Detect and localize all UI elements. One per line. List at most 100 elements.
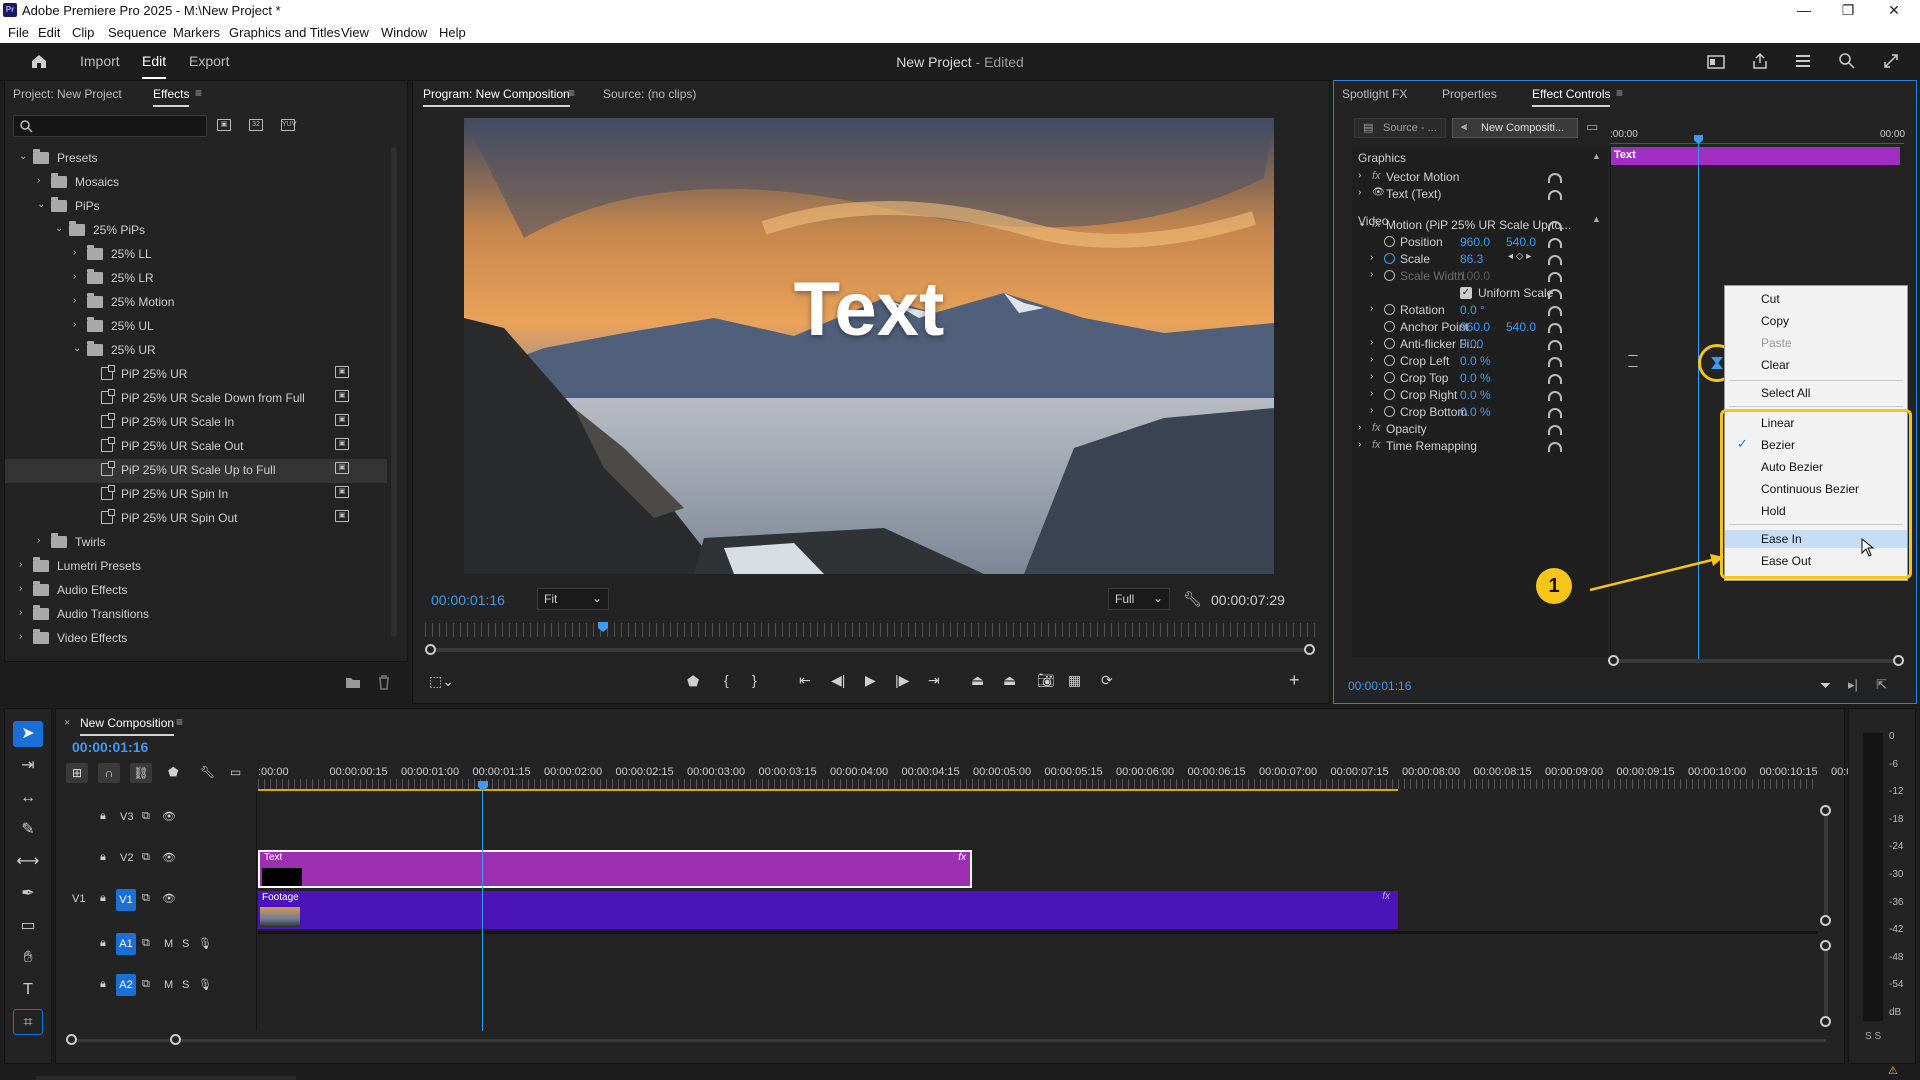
menu-markers[interactable]: Markers xyxy=(173,25,220,40)
timeline-settings-icon[interactable]: 🔧︎ xyxy=(200,765,215,779)
menu-view[interactable]: View xyxy=(341,25,369,40)
go-to-in-icon[interactable]: ⇤ xyxy=(799,672,811,689)
tree-folder[interactable]: ⌄ 25% UR xyxy=(5,339,387,363)
timeline-ruler-ticks[interactable] xyxy=(258,779,1818,789)
share-icon[interactable] xyxy=(1751,52,1769,70)
toggle-timeline-view-icon[interactable]: ▭ xyxy=(1586,119,1598,135)
reset-icon[interactable] xyxy=(1548,374,1562,384)
safe-margins-icon[interactable]: ⬚⌄ xyxy=(429,673,454,690)
ec-clip-bar[interactable]: Text xyxy=(1610,147,1900,165)
timeline-zoom-bar[interactable] xyxy=(66,1039,1826,1042)
tree-folder[interactable]: › Audio Effects xyxy=(5,579,387,603)
wrench-icon[interactable]: 🔧︎ xyxy=(1183,590,1202,608)
sync-lock-icon[interactable]: ⧉ xyxy=(142,937,150,950)
ec-zoom-handle-right[interactable] xyxy=(1893,655,1904,666)
stopwatch-icon[interactable] xyxy=(1384,338,1395,349)
ec-zoom-handle-left[interactable] xyxy=(1608,655,1619,666)
reset-icon[interactable] xyxy=(1548,340,1562,350)
ec-row[interactable]: › 👁︎ Text (Text) xyxy=(1352,186,1912,206)
reset-icon[interactable] xyxy=(1548,190,1562,200)
fx-icon[interactable]: fx xyxy=(1372,422,1381,434)
tab-properties[interactable]: Properties xyxy=(1442,87,1497,101)
ec-value[interactable]: 0.0 % xyxy=(1460,371,1491,385)
tab-edit[interactable]: Edit xyxy=(142,53,166,69)
solo-a1[interactable]: S xyxy=(182,938,189,950)
source-clip-tab[interactable]: ▤ Source - ... xyxy=(1354,118,1446,138)
microphone-icon[interactable]: 🎙︎ xyxy=(198,978,212,991)
clip-text[interactable]: Text fx xyxy=(258,850,972,888)
chevron-right-icon[interactable]: › xyxy=(1370,252,1373,263)
tree-preset[interactable]: ▣ PiP 25% UR Scale In xyxy=(5,411,387,435)
playback-resolution-select[interactable]: Full ⌄ xyxy=(1108,588,1170,610)
chevron-right-icon[interactable]: › xyxy=(1358,422,1361,433)
timeline-menu-icon[interactable]: ≡ xyxy=(176,715,183,729)
chevron-right-icon[interactable]: › xyxy=(73,247,76,258)
lock-icon[interactable]: 🔒︎ xyxy=(100,892,106,905)
delete-icon[interactable] xyxy=(377,674,391,690)
mute-a1[interactable]: M xyxy=(164,938,173,950)
chevron-right-icon[interactable]: › xyxy=(1370,371,1373,382)
lock-icon[interactable]: 🔒︎ xyxy=(100,851,106,864)
slip-tool[interactable]: ⟷ xyxy=(13,849,43,875)
timeline-zoom-left[interactable] xyxy=(66,1034,77,1045)
close-sequence-icon[interactable]: × xyxy=(64,717,70,729)
solo-a2[interactable]: S xyxy=(182,979,189,991)
panel-layout-icon[interactable] xyxy=(1707,54,1725,70)
zoom-handle-left[interactable] xyxy=(425,644,436,655)
add-marker-icon[interactable]: ⬟ xyxy=(168,765,178,779)
program-current-timecode[interactable]: 00:00:01:16 xyxy=(431,592,505,608)
tree-preset[interactable]: ▣ PiP 25% UR Scale Down from Full xyxy=(5,387,387,411)
chevron-right-icon[interactable]: › xyxy=(19,559,22,570)
tree-folder[interactable]: ⌄ Presets xyxy=(5,147,387,171)
chevron-down-icon[interactable]: ⌄ xyxy=(1358,218,1366,229)
reset-icon[interactable] xyxy=(1548,391,1562,401)
32bit-effects-icon[interactable]: 32 xyxy=(249,119,263,131)
ec-value[interactable]: 540.0 xyxy=(1506,320,1536,334)
effects-search-input[interactable] xyxy=(13,115,207,137)
clip-footage[interactable]: Footage fx xyxy=(258,891,1398,929)
chevron-right-icon[interactable]: › xyxy=(1370,388,1373,399)
ec-value[interactable]: 100.0 xyxy=(1460,269,1490,283)
chevron-right-icon[interactable]: › xyxy=(19,607,22,618)
source-patch-v1[interactable]: V1 xyxy=(72,893,85,905)
filter-icon[interactable]: ⏷ xyxy=(1820,677,1831,694)
track-a1-target[interactable]: A1 xyxy=(116,933,136,955)
tab-program-monitor[interactable]: Program: New Composition xyxy=(423,87,570,107)
tab-export[interactable]: Export xyxy=(189,53,229,69)
reset-icon[interactable] xyxy=(1548,255,1562,265)
caption-tool[interactable]: ⌗ xyxy=(13,1009,43,1035)
home-icon[interactable] xyxy=(30,53,48,69)
warning-icon[interactable]: ⚠ xyxy=(1888,1064,1898,1077)
keyframe-navigator[interactable]: ◂ ◇ ▸ xyxy=(1508,251,1531,262)
tree-folder[interactable]: ⌄ PiPs xyxy=(5,195,387,219)
mute-a2[interactable]: M xyxy=(164,979,173,991)
sync-lock-icon[interactable]: ⧉ xyxy=(142,892,150,905)
type-tool[interactable]: T xyxy=(13,977,43,1003)
ec-value[interactable]: 960.0 xyxy=(1460,320,1490,334)
tree-folder[interactable]: › 25% UL xyxy=(5,315,387,339)
hand-tool[interactable]: ✋︎ xyxy=(13,945,43,971)
lock-icon[interactable]: 🔒︎ xyxy=(100,937,106,950)
selection-tool[interactable]: ➤ xyxy=(13,721,43,747)
stopwatch-icon[interactable] xyxy=(1384,406,1395,417)
effect-controls-menu-icon[interactable]: ≡ xyxy=(1616,86,1623,100)
tab-project[interactable]: Project: New Project xyxy=(13,87,122,101)
eye-icon[interactable]: 👁︎ xyxy=(162,851,176,864)
chevron-right-icon[interactable]: › xyxy=(73,271,76,282)
tree-folder[interactable]: › Mosaics xyxy=(5,171,387,195)
stopwatch-icon[interactable] xyxy=(1384,253,1395,264)
collapse-graphics-icon[interactable]: ▲ xyxy=(1592,151,1601,161)
scroll-handle[interactable] xyxy=(1820,940,1831,951)
work-area-bar[interactable] xyxy=(258,789,1398,791)
chevron-down-icon[interactable]: ⌄ xyxy=(73,343,81,354)
restore-button[interactable]: ❐ xyxy=(1826,0,1870,22)
tab-effect-controls[interactable]: Effect Controls xyxy=(1532,87,1611,107)
chevron-right-icon[interactable]: › xyxy=(1370,269,1373,280)
lift-icon[interactable]: ⏏ xyxy=(971,672,984,689)
chevron-down-icon[interactable]: ⌄ xyxy=(19,151,27,162)
tree-folder[interactable]: › Video Effects xyxy=(5,627,387,647)
accelerated-effects-icon[interactable]: ▣ xyxy=(217,119,231,131)
ec-zoom-bar[interactable] xyxy=(1608,659,1904,663)
menu-window[interactable]: Window xyxy=(381,25,427,40)
pen-tool[interactable]: ✒ xyxy=(13,881,43,907)
